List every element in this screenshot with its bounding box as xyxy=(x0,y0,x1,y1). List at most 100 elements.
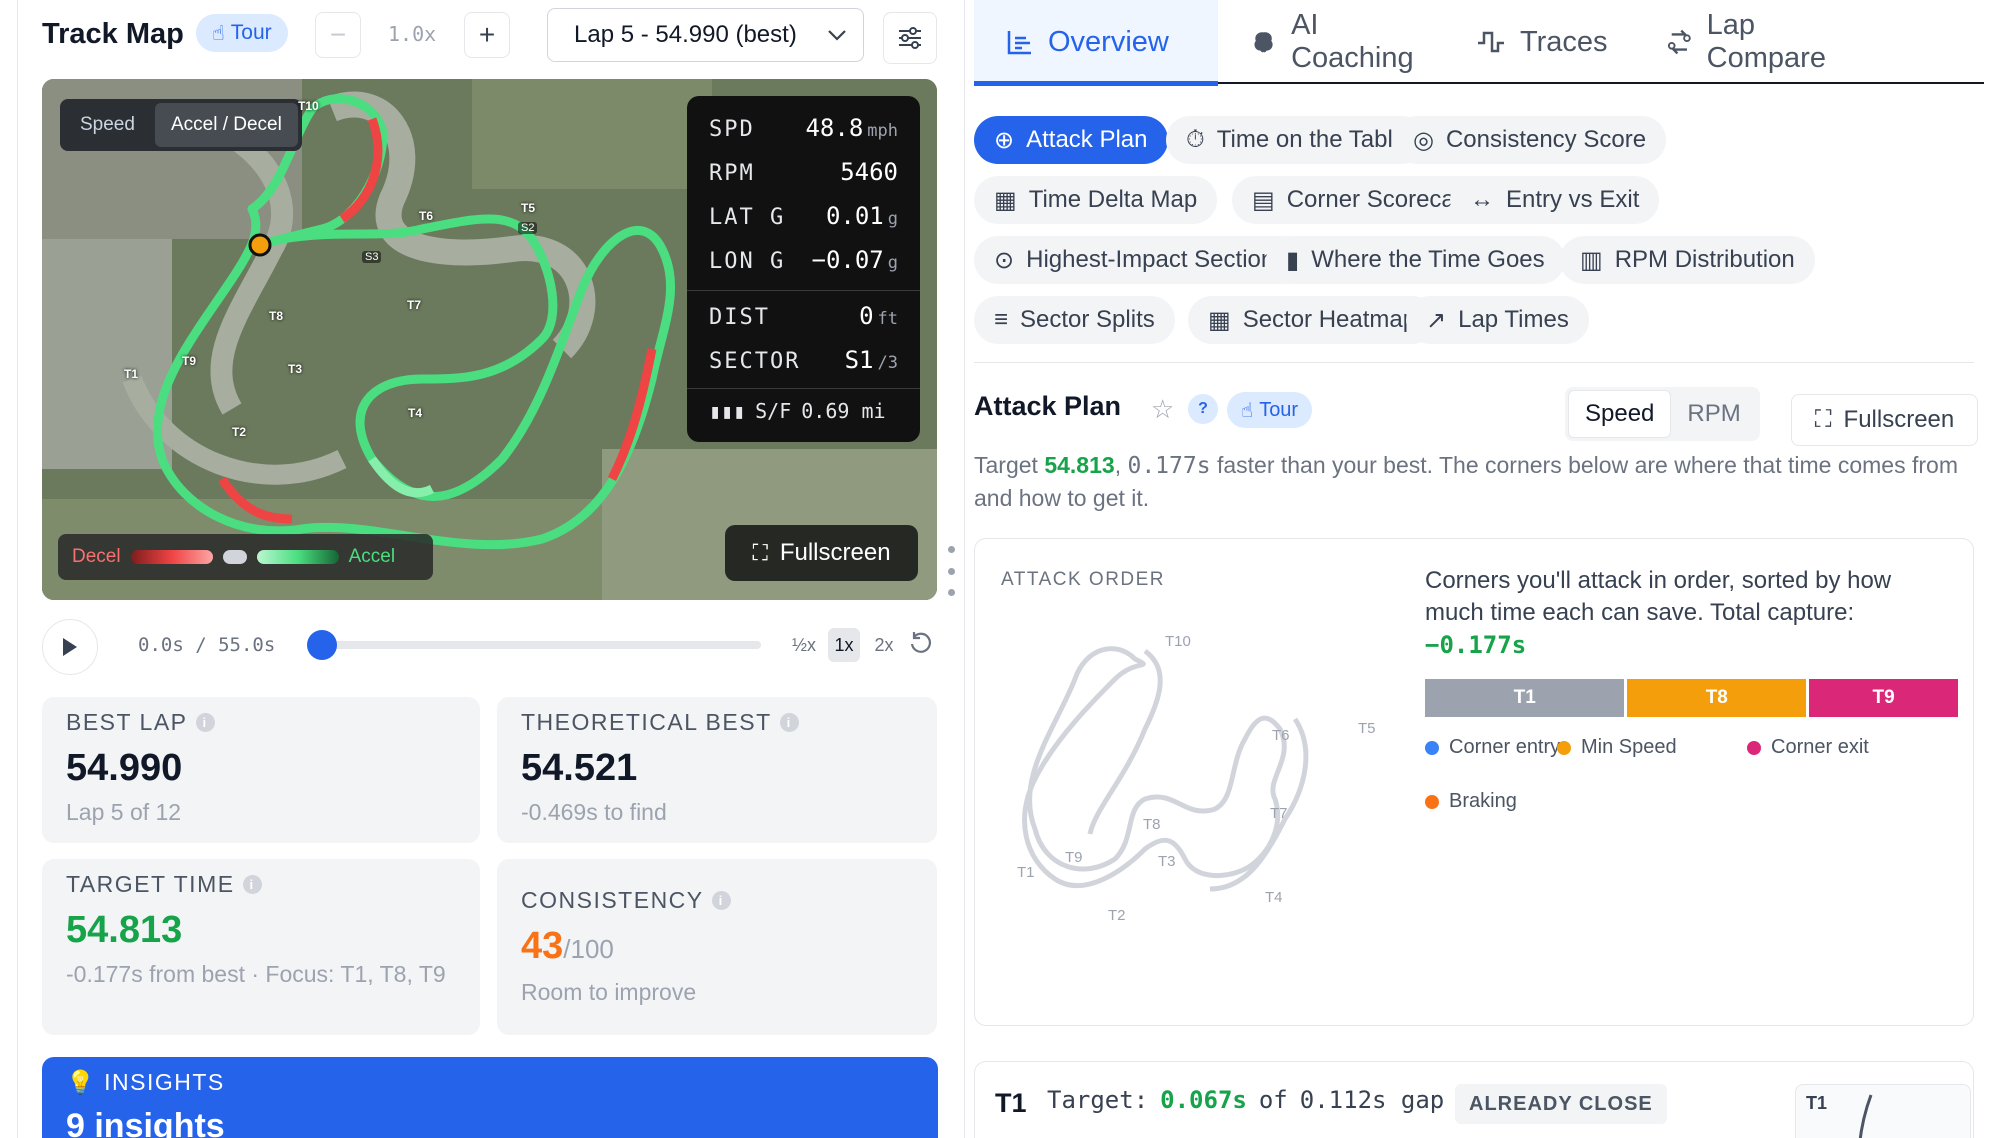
corner-card-t1[interactable]: T1 Target: 0.067s of 0.112s gap ALREADY … xyxy=(974,1061,1974,1138)
mini-corner-label: T1 xyxy=(1017,864,1035,881)
bar-chart-icon: ▮ xyxy=(1286,246,1300,274)
map-fullscreen-button[interactable]: ⛶ Fullscreen xyxy=(725,525,918,581)
map-mode-accel[interactable]: Accel / Decel xyxy=(154,103,298,147)
legend-decel-label: Decel xyxy=(72,546,121,567)
corner-mini-shape xyxy=(1858,1094,1873,1138)
star-icon[interactable]: ☆ xyxy=(1151,394,1174,425)
track-map-title: Track Map xyxy=(42,18,184,50)
legend-dot xyxy=(1747,740,1761,755)
overview-chip[interactable]: ↗ Lap Times xyxy=(1406,296,1589,344)
track-map-view[interactable]: Speed Accel / Decel T1 T2 T3 T4 T5 T6 T7 T8 T9 T1… xyxy=(42,79,937,600)
telemetry-lon-g: LON G −0.07 g xyxy=(709,246,898,274)
lap-select-value: Lap 5 - 54.990 (best) xyxy=(574,21,797,48)
info-icon: i xyxy=(242,875,262,894)
best-lap-value: 54.990 xyxy=(66,747,183,789)
grid-icon: ▦ xyxy=(1208,306,1231,334)
map-sector-label: S3 xyxy=(362,251,382,263)
best-lap-label: BEST LAP i xyxy=(66,709,215,736)
corner-card-title: T1 xyxy=(995,1088,1027,1118)
legend-dot xyxy=(1425,740,1439,755)
theoretical-best-label: THEORETICAL BEST i xyxy=(521,709,799,736)
divider xyxy=(974,362,1974,363)
map-corner-label: T6 xyxy=(419,209,434,223)
mini-corner-label: T2 xyxy=(1108,907,1126,924)
overview-chip[interactable]: ▮ Where the Time Goes xyxy=(1266,236,1565,284)
zoom-out-button[interactable]: − xyxy=(315,12,361,58)
tab-overview[interactable]: Overview xyxy=(974,0,1218,86)
corner-mini-label: T1 xyxy=(1806,1093,1828,1113)
tab-ai-coaching[interactable]: AI Coaching xyxy=(1218,0,1444,84)
legend-label: Corner entry xyxy=(1449,736,1561,758)
legend-item: Corner entry xyxy=(1425,736,1560,759)
tab-lap-compare[interactable]: Lap Compare xyxy=(1634,0,1874,84)
settings-sliders-button[interactable] xyxy=(883,12,937,64)
overview-chip[interactable]: ⏱ Time on the Table xyxy=(1166,116,1427,164)
already-close-badge: ALREADY CLOSE xyxy=(1455,1084,1667,1124)
insights-card[interactable]: 💡 INSIGHTS 9 insights xyxy=(42,1057,938,1138)
consistency-sub: Room to improve xyxy=(521,979,697,1005)
track-tour-button[interactable]: ☝ Tour xyxy=(196,14,288,52)
play-icon xyxy=(63,638,77,656)
overview-chip[interactable]: ▦ Time Delta Map xyxy=(974,176,1218,224)
overview-chip[interactable]: ⊕ Attack Plan xyxy=(974,116,1168,164)
tab-traces[interactable]: Traces xyxy=(1444,0,1634,84)
reset-playback-button[interactable] xyxy=(908,630,934,661)
lap-select[interactable]: Lap 5 - 54.990 (best) xyxy=(547,8,864,62)
playback-speed-option[interactable]: 1x xyxy=(828,628,860,662)
overview-chip[interactable]: ↔ Entry vs Exit xyxy=(1450,176,1660,224)
mini-corner-label: T10 xyxy=(1165,633,1191,650)
info-icon: i xyxy=(195,713,215,732)
attack-plan-description: Target 54.813, 0.177s faster than your b… xyxy=(974,452,1958,511)
legend-accel-label: Accel xyxy=(348,546,396,567)
overview-chip[interactable]: ≡ Sector Splits xyxy=(974,296,1175,344)
trend-up-icon: ↗ xyxy=(1426,306,1447,334)
overview-chip-label: Time on the Table xyxy=(1216,126,1407,153)
attack-fullscreen-button[interactable]: ⛶ Fullscreen xyxy=(1791,394,1978,446)
mini-corner-label: T9 xyxy=(1065,849,1083,866)
attack-order-card: ATTACK ORDER T10 T6 T5 T7 T8 T1 T9 T3 T2 T4 Corne… xyxy=(974,538,1974,1026)
playback-scrubber[interactable] xyxy=(308,641,761,649)
telemetry-distance: DIST 0 ft xyxy=(709,302,898,330)
metric-speed[interactable]: Speed xyxy=(1568,390,1672,438)
capture-segment[interactable]: T1 xyxy=(1425,679,1625,717)
main-tabs: Overview AI Coaching Traces Lap Compare xyxy=(974,0,1984,86)
playback-speed-option[interactable]: 2x xyxy=(868,628,900,662)
telemetry-sf: ▮▮▮ S/F 0.69 mi xyxy=(709,399,886,423)
legend-label: Min Speed xyxy=(1581,736,1677,758)
overview-chip[interactable]: ⊙ Highest-Impact Sections xyxy=(974,236,1307,284)
overview-chip[interactable]: ▥ RPM Distribution xyxy=(1560,236,1815,284)
help-button[interactable]: ? xyxy=(1188,394,1218,424)
capture-segment[interactable]: T9 xyxy=(1809,679,1958,717)
accel-gradient xyxy=(256,550,339,564)
corner-mini-map: T1 xyxy=(1795,1084,1971,1138)
panel-resize-handle[interactable] xyxy=(946,546,956,596)
telemetry-speed: SPD 48.8 mph xyxy=(709,114,898,142)
overview-chip-label: Highest-Impact Sections xyxy=(1026,246,1287,273)
capture-segment[interactable]: T8 xyxy=(1627,679,1807,717)
overview-chip-label: Attack Plan xyxy=(1026,126,1148,153)
overview-chip[interactable]: ▦ Sector Heatmap xyxy=(1188,296,1437,344)
expand-icon: ⛶ xyxy=(1814,406,1832,433)
metric-rpm[interactable]: RPM xyxy=(1671,390,1756,438)
decel-gradient xyxy=(130,550,213,564)
zoom-level: 1.0x xyxy=(388,22,437,46)
map-mode-speed[interactable]: Speed xyxy=(64,103,151,147)
theoretical-best-card: THEORETICAL BEST i 54.521 -0.469s to find xyxy=(497,697,937,843)
playback-speed-option[interactable]: ½x xyxy=(788,628,820,662)
info-icon: i xyxy=(779,713,799,732)
overview-chip[interactable]: ◎ Consistency Score xyxy=(1393,116,1667,164)
target-time-card: TARGET TIME i 54.813 -0.177s from best · … xyxy=(42,859,480,1035)
play-button[interactable] xyxy=(42,619,98,675)
map-corner-label: T1 xyxy=(124,367,139,381)
mini-corner-label: T5 xyxy=(1358,720,1376,737)
scrubber-handle[interactable] xyxy=(307,630,337,660)
overview-chip-label: Corner Scorecard xyxy=(1286,186,1477,213)
attack-tour-button[interactable]: ☝ Tour xyxy=(1227,392,1313,428)
zoom-in-button[interactable]: + xyxy=(464,12,510,58)
arrows-horizontal-icon: ↔ xyxy=(1470,186,1494,213)
insights-label: 💡 INSIGHTS xyxy=(66,1069,225,1095)
chevron-down-icon xyxy=(828,30,846,41)
mini-track-outline xyxy=(1022,646,1309,892)
theoretical-best-sub: -0.469s to find xyxy=(521,799,667,825)
attack-order-description: Corners you'll attack in order, sorted b… xyxy=(1425,567,1892,659)
